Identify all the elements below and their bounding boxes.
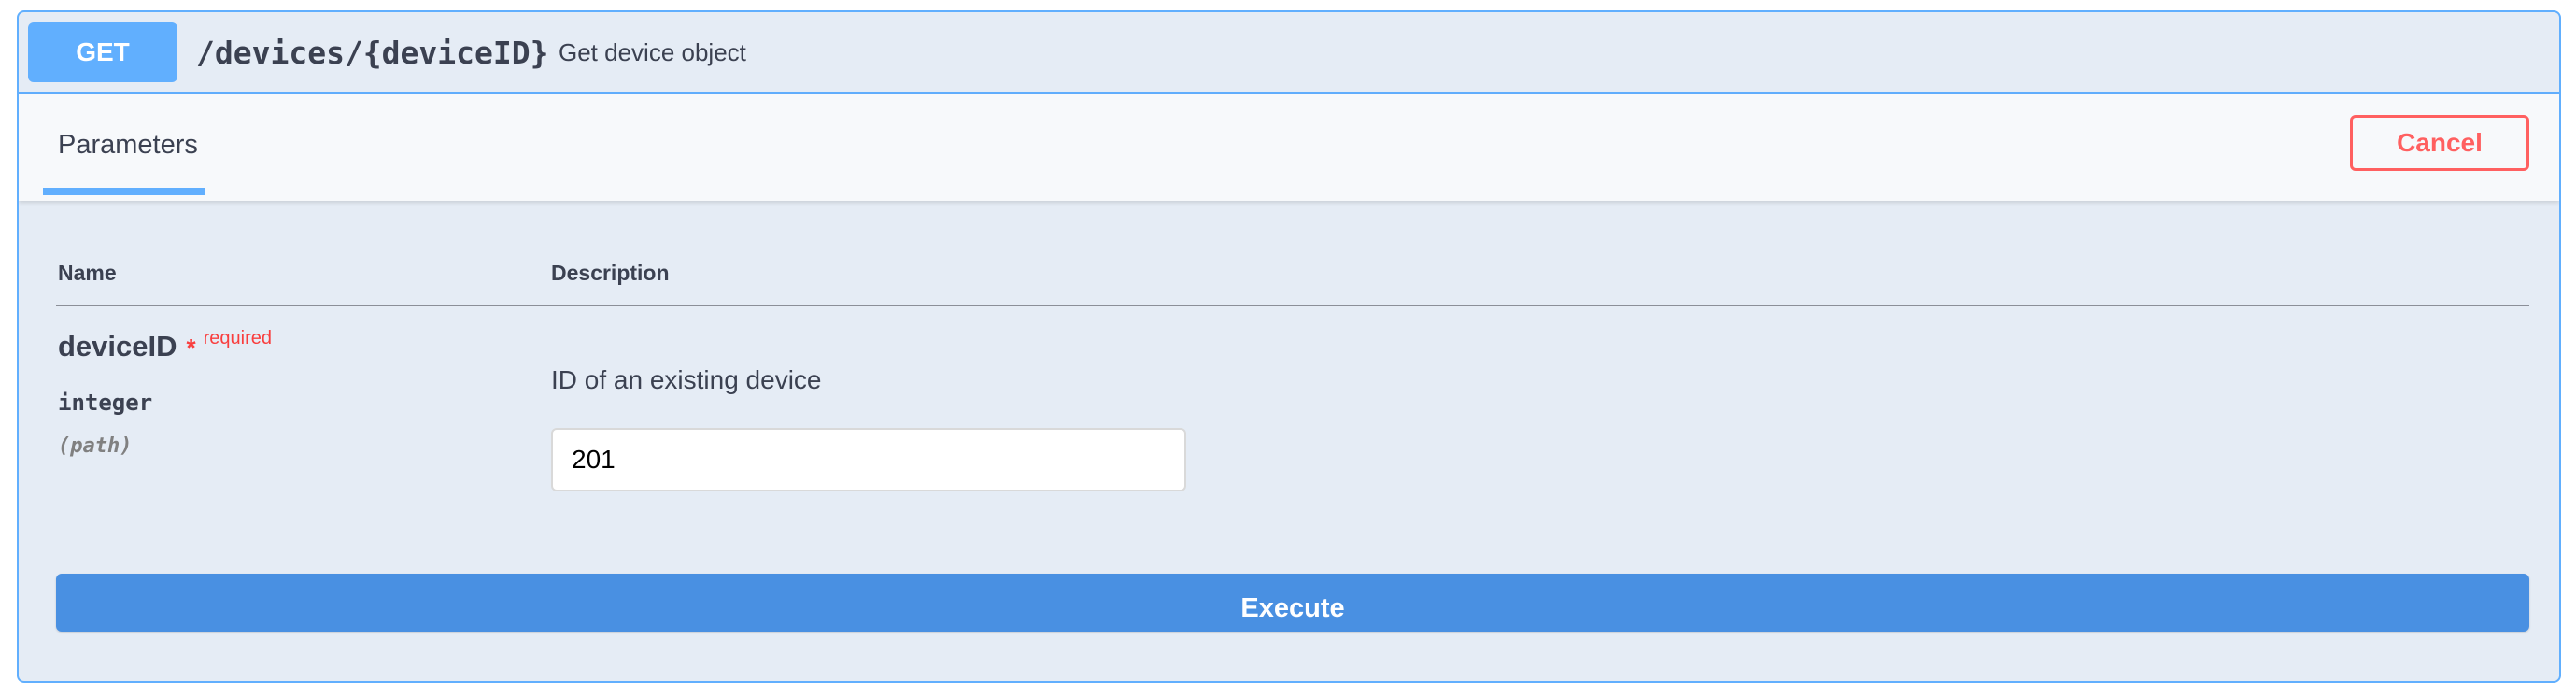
tab-parameters[interactable]: Parameters xyxy=(58,94,198,195)
tab-active-indicator xyxy=(43,188,205,195)
execute-button[interactable]: Execute xyxy=(56,574,2529,632)
parameter-name: deviceID xyxy=(58,330,177,363)
column-header-name: Name xyxy=(58,261,117,285)
parameter-type: integer xyxy=(58,390,153,416)
http-method-badge: GET xyxy=(28,22,177,82)
endpoint-path: /devices/{deviceID} xyxy=(196,34,549,71)
parameters-section-header: Parameters Cancel xyxy=(19,94,2559,201)
operation-summary-text: Get device object xyxy=(559,37,746,66)
operation-summary[interactable]: GET /devices/{deviceID} Get device objec… xyxy=(19,12,2559,94)
table-header-divider xyxy=(56,305,2529,306)
cancel-button[interactable]: Cancel xyxy=(2350,115,2529,171)
parameter-name-row: deviceID * required xyxy=(58,328,273,363)
column-header-description: Description xyxy=(551,261,670,285)
parameter-location: (path) xyxy=(58,434,133,458)
required-label: required xyxy=(203,328,273,349)
parameter-description: ID of an existing device xyxy=(551,365,822,394)
operation-block: GET /devices/{deviceID} Get device objec… xyxy=(17,10,2561,683)
device-id-input[interactable] xyxy=(551,428,1186,491)
required-asterisk: * xyxy=(186,334,196,362)
